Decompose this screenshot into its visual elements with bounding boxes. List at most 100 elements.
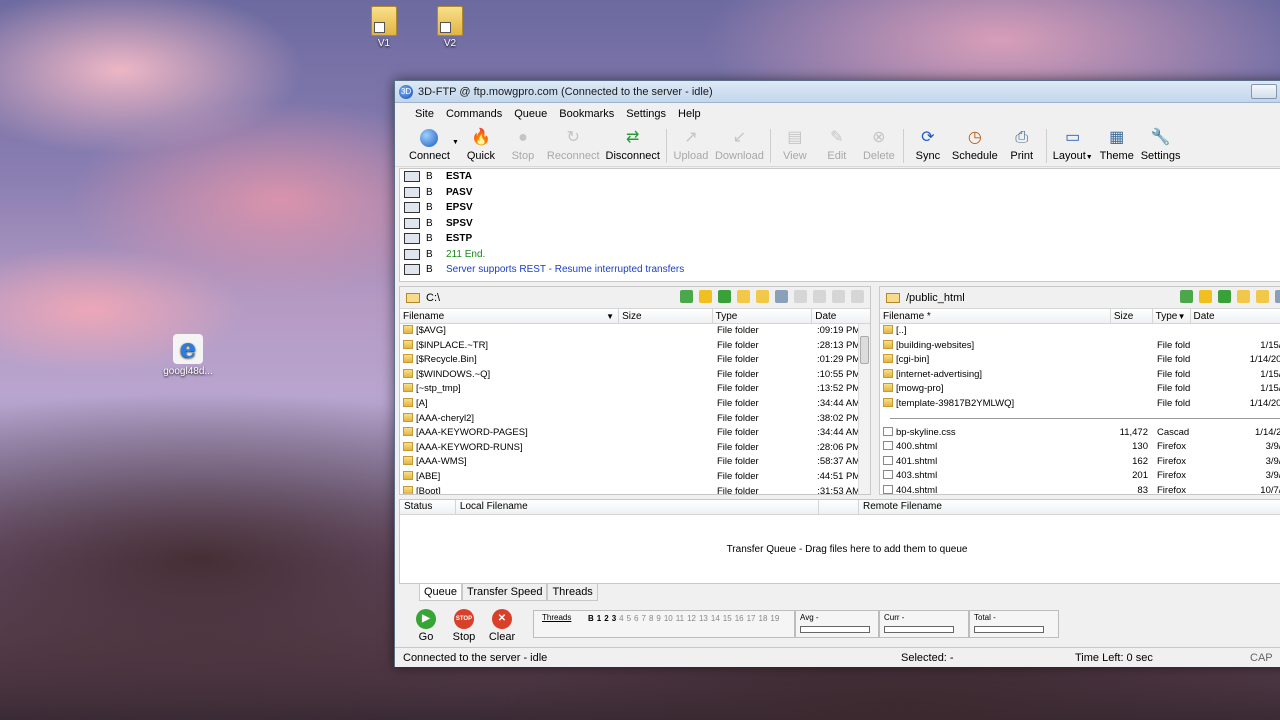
go-button[interactable]: ▶ Go (407, 606, 445, 643)
desktop-icon-v1[interactable]: V1 (354, 6, 414, 49)
thread-number[interactable]: 7 (642, 614, 646, 623)
thread-number[interactable]: 17 (747, 614, 756, 623)
thread-number[interactable]: B (588, 614, 594, 623)
menu-settings[interactable]: Settings (626, 108, 666, 120)
delete-icon[interactable] (813, 290, 826, 303)
thread-number[interactable]: 11 (676, 614, 684, 623)
file-row[interactable]: 400.shtml 130 Firefox 3/9/20 (880, 440, 1280, 455)
file-row[interactable]: 401.shtml 162 Firefox 3/9/20 (880, 455, 1280, 470)
col-size[interactable]: Size (1111, 309, 1153, 323)
upload-button[interactable]: ↗ Upload (673, 125, 709, 162)
file-row[interactable]: [A] File folder:34:44 AM (400, 397, 870, 412)
go-up-icon[interactable] (680, 290, 693, 303)
file-row[interactable]: [AAA-WMS] File folder:58:37 AM (400, 455, 870, 470)
thread-number[interactable]: 8 (649, 614, 653, 623)
download-button[interactable]: ↙ Download (715, 125, 764, 162)
file-row[interactable]: [internet-advertising] File fold 1/15/20 (880, 368, 1280, 383)
col-status[interactable]: Status (400, 500, 456, 514)
file-row[interactable]: [AAA-KEYWORD-PAGES] File folder:34:44 AM (400, 426, 870, 441)
edit-button[interactable]: ✎ Edit (819, 125, 855, 162)
star-icon[interactable] (699, 290, 712, 303)
star-icon[interactable] (1199, 290, 1212, 303)
refresh-icon[interactable] (1218, 290, 1231, 303)
thread-number[interactable]: 9 (656, 614, 660, 623)
menu-commands[interactable]: Commands (446, 108, 502, 120)
file-row[interactable]: [$INPLACE.~TR] File folder:28:13 PM (400, 339, 870, 354)
log-panel[interactable]: B ESTA B PASV B EPSV B SPSV B ESTP B 211 End. B Serve… (399, 168, 1280, 282)
file-row[interactable]: [$Recycle.Bin] File folder:01:29 PM (400, 353, 870, 368)
new-folder-icon[interactable] (1237, 290, 1250, 303)
title-bar[interactable]: 3D 3D-FTP @ ftp.mowgpro.com (Connected t… (395, 81, 1280, 103)
menu-bookmarks[interactable]: Bookmarks (559, 108, 614, 120)
menu-help[interactable]: Help (678, 108, 701, 120)
scroll-thumb[interactable] (860, 336, 869, 364)
thread-number[interactable]: 4 (619, 614, 623, 623)
thread-number[interactable]: 14 (711, 614, 720, 623)
remote-path[interactable]: /public_html (906, 292, 965, 304)
thread-number[interactable]: 12 (687, 614, 696, 623)
quick-connect-button[interactable]: 🔥 Quick (463, 125, 499, 162)
thread-number[interactable]: 10 (664, 614, 673, 623)
file-row[interactable]: [$WINDOWS.~Q] File folder:10:55 PM (400, 368, 870, 383)
stop-button[interactable]: ● Stop (505, 125, 541, 162)
menu-site[interactable]: Site (415, 108, 434, 120)
col-local-filename[interactable]: Local Filename (456, 500, 820, 514)
thread-number[interactable]: 16 (735, 614, 744, 623)
view-icon[interactable] (794, 290, 807, 303)
thread-number[interactable]: 13 (699, 614, 708, 623)
col-size[interactable]: Size (619, 309, 713, 323)
thread-number[interactable]: 18 (759, 614, 768, 623)
file-row[interactable]: [~stp_tmp] File folder:13:52 PM (400, 382, 870, 397)
clear-queue-button[interactable]: ✕ Clear (483, 606, 521, 643)
disconnect-button[interactable]: ⇄ Disconnect (606, 125, 660, 162)
settings-button[interactable]: 🔧 Settings (1141, 125, 1181, 162)
new-folder-icon[interactable] (737, 290, 750, 303)
file-row[interactable]: [ABE] File folder:44:51 PM (400, 470, 870, 485)
network-drive-icon[interactable] (775, 290, 788, 303)
file-row[interactable]: [AAA-KEYWORD-RUNS] File folder:28:06 PM (400, 441, 870, 456)
file-row[interactable]: 403.shtml 201 Firefox 3/9/20 (880, 469, 1280, 484)
thread-number[interactable]: 2 (604, 614, 608, 623)
view-button[interactable]: ▤ View (777, 125, 813, 162)
reconnect-button[interactable]: ↻ Reconnect (547, 125, 600, 162)
tab-transfer-speed[interactable]: Transfer Speed (462, 584, 548, 601)
stop-queue-button[interactable]: STOP Stop (445, 606, 483, 643)
print-button[interactable]: ⎙ Print (1004, 125, 1040, 162)
minimize-button[interactable] (1251, 84, 1277, 99)
thread-number[interactable]: 15 (723, 614, 732, 623)
connect-button[interactable]: Connect (409, 125, 450, 162)
open-folder-icon[interactable] (756, 290, 769, 303)
desktop-icon-ie-shortcut[interactable]: e googl48d... (158, 334, 218, 377)
properties-icon[interactable] (832, 290, 845, 303)
thread-number[interactable]: 19 (770, 614, 779, 623)
tab-threads[interactable]: Threads (547, 584, 598, 601)
file-row[interactable]: [building-websites] File fold 1/15/20 (880, 339, 1280, 354)
delete-button[interactable]: ⊗ Delete (861, 125, 897, 162)
col-filename[interactable]: Filename * (880, 309, 1111, 323)
theme-button[interactable]: ▦ Theme (1099, 125, 1135, 162)
sync-button[interactable]: ⟳ Sync (910, 125, 946, 162)
local-path[interactable]: C:\ (426, 292, 440, 304)
local-scrollbar[interactable] (858, 324, 870, 494)
file-row[interactable]: [AAA-cheryl2] File folder:38:02 PM (400, 412, 870, 427)
transfer-queue[interactable]: Status Local Filename Remote Filename Tr… (399, 499, 1280, 584)
go-up-icon[interactable] (1180, 290, 1193, 303)
file-row[interactable]: [Boot] File folder:31:53 AM (400, 485, 870, 494)
thread-number[interactable]: 5 (627, 614, 631, 623)
threads-link[interactable]: Threads (542, 613, 571, 622)
thread-number[interactable]: 3 (612, 614, 616, 623)
layout-button[interactable]: ▭ Layout▼ (1053, 125, 1093, 162)
tab-queue[interactable]: Queue (419, 584, 463, 601)
col-type[interactable]: Type ▼ (1153, 309, 1191, 323)
col-type[interactable]: Type (713, 309, 813, 323)
file-row[interactable]: 404.shtml 83 Firefox 10/7/20 (880, 484, 1280, 494)
file-row[interactable]: [mowg-pro] File fold 1/15/20 (880, 382, 1280, 397)
menu-queue[interactable]: Queue (514, 108, 547, 120)
col-date[interactable]: Date (812, 309, 870, 323)
file-row[interactable]: [..] (880, 324, 1280, 339)
col-date[interactable]: Date (1191, 309, 1280, 323)
thread-number[interactable]: 1 (597, 614, 601, 623)
file-row[interactable]: [template-39817B2YMLWQ] File fold 1/14/201… (880, 397, 1280, 412)
network-drive-icon[interactable] (1275, 290, 1280, 303)
connect-dropdown-arrow-icon[interactable]: ▼ (452, 139, 459, 146)
